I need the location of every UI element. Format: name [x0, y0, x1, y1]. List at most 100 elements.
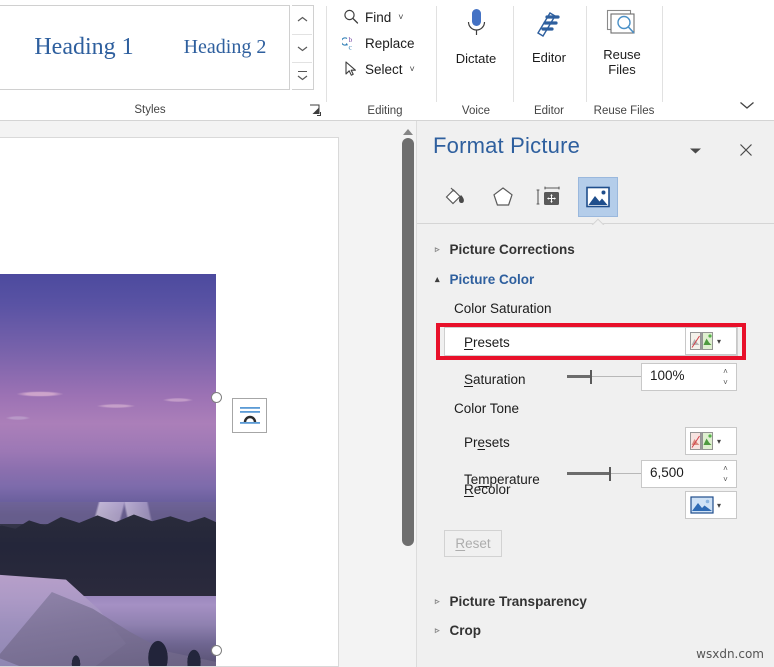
styles-group-label: Styles — [134, 104, 166, 116]
chevron-down-icon — [689, 148, 701, 154]
recolor-picture-icon — [690, 496, 714, 514]
color-tone-presets-icon — [690, 432, 714, 450]
editing-group-label: Editing — [367, 105, 403, 117]
styles-gallery[interactable]: Heading 1 Heading 2 — [0, 5, 290, 90]
reuse-label-line2: Files — [608, 61, 636, 77]
section-crop-label: Crop — [449, 622, 482, 638]
pane-tab-picture[interactable] — [578, 177, 618, 217]
styles-more-button[interactable] — [292, 62, 312, 90]
style-heading-2[interactable]: Heading 2 — [161, 6, 289, 89]
chevron-right-icon: ▹ — [435, 624, 440, 635]
styles-gallery-scroll — [292, 5, 314, 90]
reuse-files-icon — [605, 8, 639, 45]
ribbon: Heading 1 Heading 2 Styles Find ˅ b c Re… — [0, 0, 774, 121]
watermark: wsxdn.com — [696, 647, 764, 661]
section-crop[interactable]: ▹ Crop — [435, 619, 481, 641]
section-picture-transparency[interactable]: ▹ Picture Transparency — [435, 590, 587, 612]
editor-group-label: Editor — [533, 105, 565, 117]
chevron-right-icon: ▹ — [435, 243, 440, 254]
section-picture-transparency-label: Picture Transparency — [449, 593, 587, 609]
pane-tab-caret — [589, 217, 607, 225]
picture-handle-top-right[interactable] — [211, 392, 222, 403]
section-picture-corrections[interactable]: ▹ Picture Corrections — [435, 238, 575, 260]
styles-scroll-down-button[interactable] — [292, 34, 312, 62]
reuse-files-button[interactable]: Reuse Files — [590, 4, 654, 82]
spinner-down-icon[interactable]: ˅ — [723, 379, 728, 387]
ribbon-group-reuse-files: Reuse Files Reuse Files — [586, 0, 658, 121]
pane-close-button[interactable] — [735, 139, 757, 161]
scroll-up-icon — [403, 129, 413, 135]
more-bar-icon — [297, 71, 307, 73]
select-button[interactable]: Select ˅ — [342, 56, 434, 82]
dictate-button[interactable]: Dictate — [444, 4, 508, 66]
style-heading-2-label: Heading 2 — [183, 36, 267, 58]
saturation-spinbox[interactable]: 100% ˄ ˅ — [641, 363, 737, 391]
layout-options-button[interactable] — [232, 398, 267, 433]
saturation-label: Saturation — [464, 372, 526, 387]
color-tone-presets-dropdown[interactable]: ▾ — [685, 427, 737, 455]
color-tone-presets-label: Presets — [464, 435, 510, 450]
recolor-dropdown[interactable]: ▾ — [685, 491, 737, 519]
chevron-down-icon[interactable]: ˅ — [398, 12, 403, 22]
picture-handle-right-middle[interactable] — [211, 645, 222, 656]
paint-bucket-icon — [445, 187, 464, 205]
picture-icon — [586, 186, 610, 208]
select-label: Select — [365, 61, 403, 77]
ribbon-group-voice: Dictate Voice — [440, 0, 512, 121]
spinner-down-icon[interactable]: ˅ — [723, 476, 728, 484]
reset-button[interactable]: Reset — [444, 530, 502, 557]
saturation-value: 100% — [650, 368, 685, 383]
document-page[interactable] — [0, 137, 339, 667]
section-picture-color-label: Picture Color — [449, 271, 535, 287]
temperature-slider-knob[interactable] — [608, 467, 611, 481]
chevron-up-icon — [297, 17, 307, 22]
scroll-up-button[interactable] — [402, 124, 414, 135]
replace-button[interactable]: b c Replace — [340, 30, 434, 56]
color-tone-group-label: Color Tone — [454, 401, 520, 416]
picture-clouds-layer — [0, 384, 216, 430]
selected-picture[interactable] — [0, 274, 216, 666]
spinner-up-icon[interactable]: ˄ — [723, 367, 728, 376]
saturation-spinner[interactable]: ˄ ˅ — [720, 366, 731, 389]
cursor-arrow-icon — [342, 60, 360, 78]
saturation-slider[interactable] — [567, 369, 643, 385]
ribbon-separator — [326, 6, 327, 102]
temperature-slider[interactable] — [567, 466, 643, 482]
recolor-label: Recolor — [464, 482, 511, 497]
ribbon-group-editor: Editor Editor — [513, 0, 585, 121]
dialog-launcher-icon — [310, 104, 321, 116]
color-saturation-group-label: Color Saturation — [454, 301, 552, 316]
reuse-label-line1: Reuse — [603, 47, 641, 62]
replace-label: Replace — [365, 35, 415, 51]
styles-scroll-up-button[interactable] — [292, 6, 312, 34]
pane-menu-button[interactable] — [685, 141, 705, 161]
dictate-label: Dictate — [455, 51, 497, 66]
pentagon-icon — [493, 187, 513, 206]
chevron-down-icon[interactable]: ˅ — [410, 64, 415, 74]
style-heading-1[interactable]: Heading 1 — [9, 6, 159, 89]
ribbon-separator — [662, 6, 663, 102]
find-label: Find — [365, 9, 392, 25]
editor-label: Editor — [532, 50, 566, 65]
scrollbar-thumb[interactable] — [402, 138, 414, 546]
saturation-slider-knob[interactable] — [589, 370, 592, 384]
pane-tab-effects[interactable] — [483, 177, 523, 217]
spinner-up-icon[interactable]: ˄ — [723, 464, 728, 473]
styles-dialog-launcher-button[interactable] — [308, 103, 322, 117]
pane-tab-layout-and-properties[interactable] — [531, 177, 571, 217]
temperature-spinner[interactable]: ˄ ˅ — [720, 463, 731, 486]
chevron-down-icon — [740, 101, 754, 109]
format-picture-pane: Format Picture ▹ Picture Corrections ▴ P… — [416, 121, 774, 667]
temperature-spinbox[interactable]: 6,500 ˄ ˅ — [641, 460, 737, 488]
section-picture-color[interactable]: ▴ Picture Color — [435, 268, 534, 290]
chevron-right-icon: ▹ — [435, 595, 440, 606]
ribbon-group-editing: Find ˅ b c Replace Select ˅ Editing — [336, 0, 434, 121]
collapse-ribbon-button[interactable] — [736, 96, 758, 114]
find-button[interactable]: Find ˅ — [342, 4, 434, 30]
document-vertical-scrollbar[interactable] — [399, 121, 416, 667]
presets-highlight-box — [436, 323, 746, 360]
replace-icon: b c — [340, 34, 360, 52]
editor-button[interactable]: Editor — [517, 4, 581, 66]
reuse-files-label: Reuse Files — [603, 47, 641, 78]
pane-tab-fill-and-line[interactable] — [435, 177, 475, 217]
